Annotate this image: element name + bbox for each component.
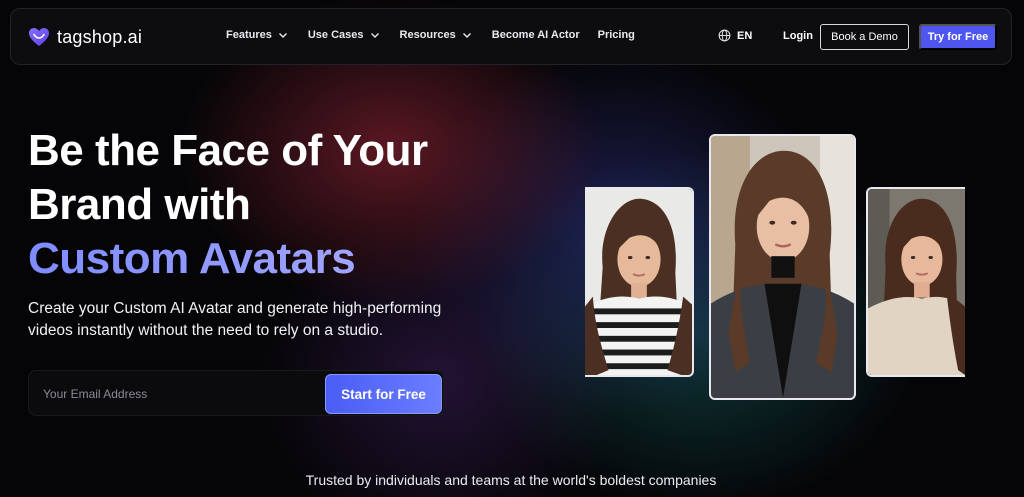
login-link[interactable]: Login [783, 30, 813, 42]
menu-item-label: Use Cases [307, 29, 364, 41]
menu-item-label: Features [226, 29, 272, 41]
try-free-button[interactable]: Try for Free [919, 24, 997, 50]
chevron-down-icon [370, 33, 379, 38]
start-free-button[interactable]: Start for Free [325, 374, 442, 414]
globe-icon [718, 29, 731, 42]
language-label: EN [737, 29, 753, 42]
menu-item-resources[interactable]: Resources [400, 29, 472, 41]
chevron-down-icon [278, 33, 287, 38]
avatar-card-beige-sweater [866, 187, 965, 377]
avatar-portrait-image [585, 189, 692, 375]
language-selector[interactable]: EN [718, 29, 752, 42]
avatar-portrait-image [868, 189, 965, 375]
email-input[interactable] [43, 383, 313, 405]
menu-item-label: Pricing [597, 29, 635, 41]
headline-line-2: Brand with [28, 180, 251, 229]
chevron-down-icon [462, 33, 471, 38]
navbar: tagshop.ai Features Use Cases Resources … [10, 8, 1012, 65]
book-demo-button[interactable]: Book a Demo [820, 24, 909, 50]
avatar-portrait-image [711, 136, 854, 398]
menu-item-features[interactable]: Features [226, 29, 288, 41]
menu-item-use-cases[interactable]: Use Cases [308, 29, 380, 41]
menu-item-pricing[interactable]: Pricing [598, 29, 635, 41]
main-menu: Features Use Cases Resources Become AI A… [226, 29, 635, 41]
headline-highlight: Custom Avatars [28, 232, 488, 286]
avatar-card-blazer [709, 134, 856, 400]
trusted-by-text: Trusted by individuals and teams at the … [305, 472, 717, 488]
hero-subtitle: Create your Custom AI Avatar and generat… [28, 300, 442, 339]
menu-item-label: Resources [399, 29, 456, 41]
email-signup-form: Start for Free [28, 370, 444, 416]
hero-headline: Be the Face of Your Brand with Custom Av… [28, 124, 488, 286]
menu-item-become-ai-actor[interactable]: Become AI Actor [492, 29, 580, 41]
headline-line-1: Be the Face of Your [28, 126, 428, 175]
menu-item-label: Become AI Actor [491, 29, 580, 41]
logo[interactable]: tagshop.ai [27, 25, 142, 49]
brand-name: tagshop.ai [57, 26, 143, 47]
avatar-card-striped-shirt [585, 187, 694, 377]
heart-logo-icon [29, 28, 49, 46]
